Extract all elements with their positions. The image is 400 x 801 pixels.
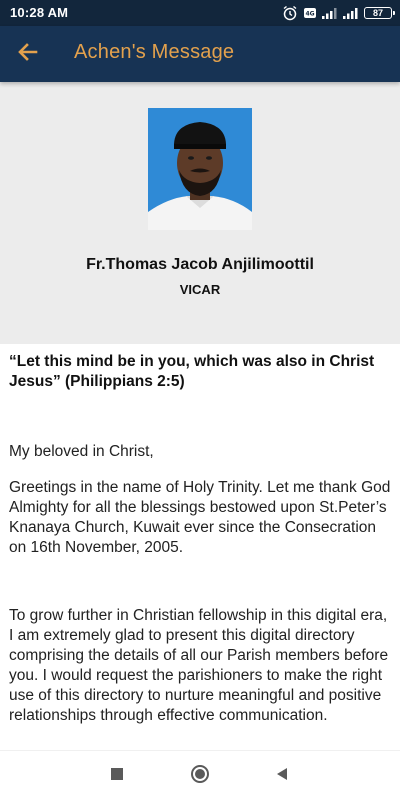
- back-arrow-icon: [17, 41, 39, 68]
- sim-icon: 4G: [303, 6, 317, 20]
- status-bar: 10:28 AM 4G 87: [0, 0, 400, 26]
- back-button[interactable]: [10, 36, 46, 72]
- battery-icon: 87: [364, 7, 395, 19]
- message-paragraph-1: Greetings in the name of Holy Trinity. L…: [9, 479, 391, 556]
- nav-back-button[interactable]: [270, 764, 294, 788]
- profile-section: Fr.Thomas Jacob Anjilimoottil VICAR: [0, 82, 400, 344]
- profile-role: VICAR: [179, 282, 221, 297]
- status-time: 10:28 AM: [10, 5, 69, 20]
- app-bar: Achen's Message: [0, 26, 400, 82]
- system-nav-bar: [0, 750, 400, 801]
- signal-icon: [322, 7, 338, 19]
- recent-apps-icon: [111, 767, 123, 785]
- bible-quote: “Let this mind be in you, which was also…: [9, 353, 375, 390]
- message-content[interactable]: “Let this mind be in you, which was also…: [0, 344, 400, 750]
- profile-name: Fr.Thomas Jacob Anjilimoottil: [86, 256, 314, 273]
- battery-level: 87: [372, 8, 383, 18]
- home-icon: [190, 764, 210, 789]
- back-icon: [275, 767, 289, 786]
- profile-photo: [148, 108, 252, 230]
- message-paragraph-2: To grow further in Christian fellowship …: [9, 607, 389, 724]
- signal-icon-2: [343, 7, 359, 19]
- recent-apps-button[interactable]: [105, 764, 129, 788]
- alarm-icon: [282, 5, 298, 21]
- salutation: My beloved in Christ,: [9, 443, 154, 460]
- status-icons: 4G 87: [282, 4, 395, 22]
- home-button[interactable]: [188, 764, 212, 788]
- svg-text:4G: 4G: [305, 11, 314, 18]
- page-title: Achen's Message: [74, 41, 235, 63]
